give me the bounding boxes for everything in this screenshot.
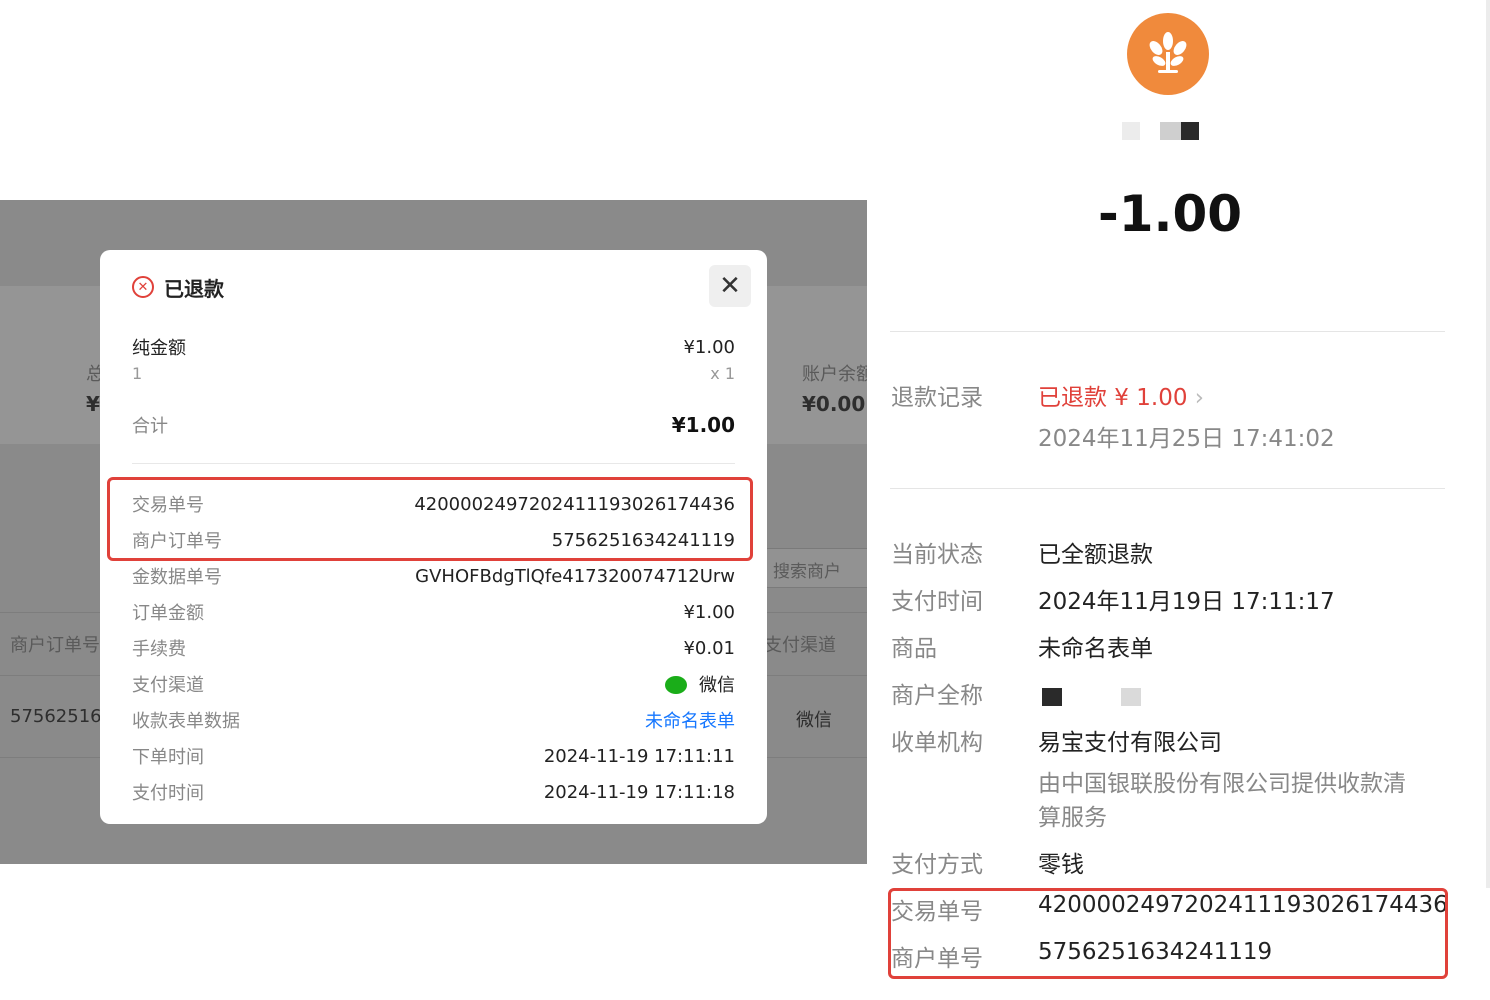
detail-row-form: 收款表单数据 未命名表单 [132,707,735,733]
detail-value: GVHOFBdgTlQfe417320074712Urw [415,565,735,587]
item-qty: x 1 [710,364,735,383]
detail-row-order-time: 下单时间 2024-11-19 17:11:11 [132,743,735,769]
item-price: ¥1.00 [683,336,735,358]
col-channel: 支付渠道 [764,635,836,656]
highlight-box-left [107,477,753,561]
close-icon: ✕ [719,271,741,301]
bill-amount: -1.00 [1097,185,1243,243]
acquirer-value: 易宝支付有限公司 [1038,730,1222,756]
merchant-name-redacted [1160,122,1182,140]
detail-value: 2024-11-19 17:11:11 [543,745,735,767]
chevron-right-icon: › [1194,385,1204,411]
acquirer-note: 算服务 [1038,805,1107,831]
detail-row-channel: 支付渠道 微信 [132,671,735,697]
goods-value: 未命名表单 [1038,636,1153,662]
detail-value: 微信 [665,671,735,697]
detail-label: 支付时间 [132,783,204,804]
total-row: 合计 ¥1.00 [132,412,735,438]
merchant-name-redacted [1122,122,1140,140]
item-row: 纯金额 ¥1.00 [132,334,735,360]
highlight-box-right [888,888,1448,979]
refund-label: 退款记录 [891,385,983,411]
detail-row-pay-time: 支付时间 2024-11-19 17:11:18 [132,779,735,805]
detail-label: 支付渠道 [132,675,204,696]
detail-value: ¥1.00 [683,601,735,623]
detail-label: 收款表单数据 [132,711,240,732]
detail-label: 金数据单号 [132,567,222,588]
merchant-logo [1127,13,1209,95]
item-name: 纯金额 [132,338,186,359]
detail-row-fee: 手续费 ¥0.01 [132,635,735,661]
refund-status-icon: ✕ [132,276,154,298]
close-button[interactable]: ✕ [709,265,751,307]
pay-method-label: 支付方式 [891,852,983,878]
form-link[interactable]: 未命名表单 [645,707,735,733]
detail-value: 2024-11-19 17:11:18 [543,781,735,803]
goods-label: 商品 [891,636,937,662]
section-divider [890,331,1445,332]
merchant-name-redacted [1181,122,1199,140]
search-input[interactable]: 搜索商户 [762,548,867,588]
pay-method-value: 零钱 [1038,852,1084,878]
stat-right-label: 账户余额 [802,364,867,385]
search-placeholder: 搜索商户 [773,562,841,582]
channel-value: 微信 [699,675,735,696]
total-value: ¥1.00 [671,413,735,437]
item-qty-row: 1 x 1 [132,364,735,383]
merchant-full-name-redacted [1042,688,1062,706]
total-label: 合计 [132,416,168,437]
refund-time: 2024年11月25日 17:41:02 [1038,426,1335,452]
status-label: 当前状态 [891,542,983,568]
acquirer-note: 由中国银联股份有限公司提供收款清 [1038,771,1406,797]
stat-left-value: ¥ [86,392,100,416]
merchant-full-name-redacted [1121,688,1141,706]
wechat-icon [665,676,687,694]
modal-divider [132,463,735,464]
refund-record-link[interactable]: 已退款 ¥ 1.00 › [1038,378,1204,412]
stat-right-value: ¥0.00 [802,392,866,416]
section-divider [890,488,1445,489]
detail-label: 下单时间 [132,747,204,768]
row-order-no: 575625163 [10,706,114,727]
modal-title: ✕ 已退款 [132,272,224,302]
item-qty-label: 1 [132,364,143,383]
acquirer-label: 收单机构 [891,730,983,756]
status-value: 已全额退款 [1038,542,1153,568]
row-channel: 微信 [796,710,832,731]
detail-row-amount: 订单金额 ¥1.00 [132,599,735,625]
detail-label: 订单金额 [132,603,204,624]
pay-time-value: 2024年11月19日 17:11:17 [1038,589,1335,615]
status-title: 已退款 [164,276,224,301]
col-order-no: 商户订单号 [10,635,100,656]
detail-label: 手续费 [132,639,186,660]
merchant-label: 商户全称 [891,683,983,709]
tree-icon [1149,32,1187,73]
detail-row-jinshuju: 金数据单号 GVHOFBdgTlQfe417320074712Urw [132,563,735,589]
pay-time-label: 支付时间 [891,589,983,615]
panel-edge [1486,0,1490,888]
refund-value: 已退款 ¥ 1.00 [1038,385,1188,411]
detail-value: ¥0.01 [683,637,735,659]
